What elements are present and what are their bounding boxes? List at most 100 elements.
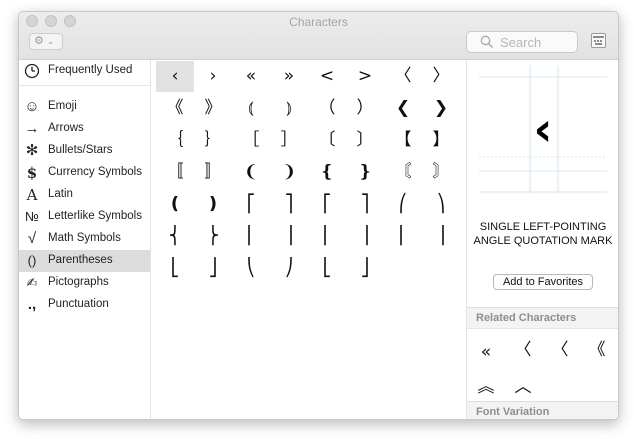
- sidebar-item-label: Bullets/Stars: [48, 144, 113, 156]
- character-cell[interactable]: ❪: [156, 189, 194, 220]
- sidebar-item-pictographs[interactable]: ✍ Pictographs: [19, 272, 150, 294]
- character-cell[interactable]: 《: [156, 93, 194, 124]
- character-cell[interactable]: 〚: [156, 157, 194, 188]
- font-variation-header[interactable]: Font Variation: [467, 401, 618, 419]
- character-cell[interactable]: ⎡: [308, 189, 346, 220]
- related-character[interactable]: 〈: [506, 336, 540, 364]
- character-cell[interactable]: ⦅: [232, 93, 270, 124]
- related-character[interactable]: «: [469, 338, 503, 366]
- square-root-icon: √: [27, 230, 37, 247]
- numero-icon: №: [25, 209, 39, 224]
- glyph-preview: ‹: [479, 65, 607, 193]
- character-cell[interactable]: ›: [194, 61, 232, 92]
- characters-window: Characters ⚙ ⌄ Search Frequently Used ☺ …: [18, 11, 619, 420]
- sidebar-item-label: Math Symbols: [48, 232, 121, 244]
- sidebar-item-bullets-stars[interactable]: ✻ Bullets/Stars: [19, 140, 150, 162]
- section-label: Font Variation: [476, 406, 550, 418]
- character-cell[interactable]: ⎥: [270, 221, 308, 252]
- character-cell[interactable]: ⎣: [308, 253, 346, 284]
- sidebar-item-label: Emoji: [48, 100, 77, 112]
- character-cell[interactable]: ⎦: [194, 253, 232, 284]
- related-characters-header[interactable]: Related Characters: [467, 307, 618, 329]
- related-character[interactable]: 《: [580, 336, 614, 364]
- character-cell[interactable]: ❵: [346, 157, 384, 188]
- character-cell[interactable]: ⎠: [270, 253, 308, 284]
- character-cell[interactable]: ❨: [232, 157, 270, 188]
- search-field[interactable]: Search: [466, 31, 578, 53]
- window-title: Characters: [289, 15, 348, 29]
- related-character[interactable]: ︿: [506, 373, 540, 401]
- sidebar-item-math-symbols[interactable]: √ Math Symbols: [19, 228, 150, 250]
- category-sidebar: Frequently Used ☺ Emoji → Arrows ✻ Bulle…: [19, 60, 151, 419]
- section-label: Related Characters: [476, 312, 577, 324]
- action-menu-button[interactable]: ⚙ ⌄: [29, 33, 63, 50]
- character-cell[interactable]: ⎨: [156, 221, 194, 252]
- sidebar-item-frequently-used[interactable]: Frequently Used: [19, 60, 150, 82]
- character-cell[interactable]: ❫: [194, 189, 232, 220]
- character-cell[interactable]: ⎬: [194, 221, 232, 252]
- character-cell[interactable]: ⎞: [422, 189, 460, 220]
- character-cell[interactable]: ｝: [194, 125, 232, 156]
- character-cell[interactable]: 〙: [422, 157, 460, 188]
- character-cell[interactable]: ⎤: [270, 189, 308, 220]
- character-name: SINGLE LEFT-POINTING ANGLE QUOTATION MAR…: [473, 221, 613, 247]
- character-cell[interactable]: 〛: [194, 157, 232, 188]
- sidebar-item-label: Arrows: [48, 122, 84, 134]
- clock-icon: [23, 61, 41, 81]
- parentheses-icon: (): [27, 253, 37, 268]
- preview-character: ‹: [533, 102, 553, 156]
- related-character[interactable]: ︽: [469, 373, 503, 401]
- character-cell[interactable]: ［: [232, 125, 270, 156]
- character-cell[interactable]: ‹: [156, 61, 194, 92]
- related-character[interactable]: 〈: [543, 336, 577, 364]
- character-cell[interactable]: 〉: [422, 61, 460, 92]
- character-cell[interactable]: ⎤: [346, 189, 384, 220]
- keyboard-viewer-button[interactable]: [591, 33, 606, 48]
- arrow-icon: →: [24, 120, 40, 137]
- sidebar-item-label: Latin: [48, 188, 73, 200]
- character-cell[interactable]: <: [308, 61, 346, 92]
- character-cell[interactable]: ⎝: [232, 253, 270, 284]
- sidebar-item-label: Pictographs: [48, 276, 109, 288]
- character-cell[interactable]: »: [270, 61, 308, 92]
- character-cell[interactable]: ⎢: [232, 221, 270, 252]
- character-cell[interactable]: ❯: [422, 93, 460, 124]
- character-cell[interactable]: （: [308, 93, 346, 124]
- character-cell[interactable]: ⎛: [384, 189, 422, 220]
- character-cell[interactable]: ❮: [384, 93, 422, 124]
- character-cell[interactable]: 【: [384, 125, 422, 156]
- character-cell[interactable]: ⎥: [346, 221, 384, 252]
- add-to-favorites-button[interactable]: Add to Favorites: [493, 274, 593, 290]
- character-cell[interactable]: ⎦: [346, 253, 384, 284]
- character-cell[interactable]: ⎟: [422, 221, 460, 252]
- character-cell[interactable]: >: [346, 61, 384, 92]
- sidebar-item-emoji[interactable]: ☺ Emoji: [19, 96, 150, 118]
- smiley-icon: ☺: [24, 98, 40, 115]
- character-cell[interactable]: ⎢: [308, 221, 346, 252]
- character-cell[interactable]: ）: [346, 93, 384, 124]
- sidebar-item-letterlike-symbols[interactable]: № Letterlike Symbols: [19, 206, 150, 228]
- character-cell[interactable]: 〔: [308, 125, 346, 156]
- character-cell[interactable]: 〈: [384, 61, 422, 92]
- character-cell[interactable]: ｛: [156, 125, 194, 156]
- character-cell[interactable]: ⎡: [232, 189, 270, 220]
- character-cell[interactable]: ⎜: [384, 221, 422, 252]
- character-cell[interactable]: ⎣: [156, 253, 194, 284]
- character-cell[interactable]: ❩: [270, 157, 308, 188]
- character-cell[interactable]: 】: [422, 125, 460, 156]
- character-cell[interactable]: 〕: [346, 125, 384, 156]
- sidebar-item-parentheses[interactable]: () Parentheses: [19, 250, 150, 272]
- latin-a-icon: A: [26, 186, 38, 204]
- character-cell[interactable]: ］: [270, 125, 308, 156]
- sidebar-item-punctuation[interactable]: ., Punctuation: [19, 294, 150, 316]
- character-cell[interactable]: ⦆: [270, 93, 308, 124]
- character-cell[interactable]: ❴: [308, 157, 346, 188]
- sidebar-item-label: Letterlike Symbols: [48, 210, 142, 222]
- sidebar-item-arrows[interactable]: → Arrows: [19, 118, 150, 140]
- search-icon: [480, 35, 493, 48]
- character-cell[interactable]: «: [232, 61, 270, 92]
- sidebar-item-currency-symbols[interactable]: $ Currency Symbols: [19, 162, 150, 184]
- sidebar-item-latin[interactable]: A Latin: [19, 184, 150, 206]
- character-cell[interactable]: 〘: [384, 157, 422, 188]
- character-cell[interactable]: 》: [194, 93, 232, 124]
